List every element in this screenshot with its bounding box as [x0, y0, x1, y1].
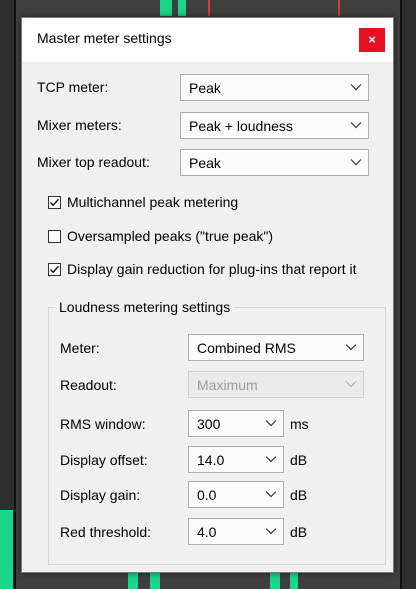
title-bar[interactable]: Master meter settings × — [22, 18, 393, 62]
display-gain-label: Display gain: — [60, 487, 141, 503]
mixer-top-readout-label: Mixer top readout: — [37, 154, 150, 170]
tcp-meter-select[interactable]: Peak — [180, 74, 369, 101]
master-meter-settings-dialog: Master meter settings × TCP meter: Peak … — [21, 17, 394, 573]
red-threshold-unit: dB — [290, 524, 308, 540]
chevron-down-icon — [350, 122, 362, 129]
meter-select[interactable]: Combined RMS — [188, 334, 364, 361]
dialog-title: Master meter settings — [37, 30, 172, 46]
meter-bar — [0, 510, 13, 589]
chevron-down-icon — [345, 344, 357, 351]
oversampled-peaks-label[interactable]: Oversampled peaks ("true peak") — [67, 228, 273, 244]
close-icon: × — [368, 32, 376, 47]
chevron-down-icon — [265, 456, 277, 463]
rms-window-label: RMS window: — [60, 416, 146, 432]
red-threshold-label: Red threshold: — [60, 524, 152, 540]
readout-label: Readout: — [60, 377, 117, 393]
checkmark-icon — [50, 265, 60, 274]
loudness-group-title: Loudness metering settings — [55, 299, 235, 315]
mixer-meters-value: Peak + loudness — [189, 118, 293, 134]
display-offset-combo[interactable]: 14.0 — [188, 446, 284, 473]
readout-select: Maximum — [188, 371, 364, 398]
multichannel-peak-checkbox[interactable] — [48, 196, 61, 209]
chevron-down-icon — [265, 491, 277, 498]
red-threshold-value: 4.0 — [197, 524, 217, 540]
tcp-meter-label: TCP meter: — [37, 79, 109, 95]
display-offset-unit: dB — [290, 452, 308, 468]
mixer-meters-label: Mixer meters: — [37, 117, 122, 133]
oversampled-peaks-checkbox[interactable] — [48, 230, 61, 243]
multichannel-peak-label[interactable]: Multichannel peak metering — [67, 194, 238, 210]
background-strip — [0, 0, 14, 589]
chevron-down-icon — [350, 84, 362, 91]
mixer-meters-select[interactable]: Peak + loudness — [180, 112, 369, 139]
rms-window-unit: ms — [290, 416, 309, 432]
display-gain-reduction-label[interactable]: Display gain reduction for plug-ins that… — [67, 261, 356, 277]
chevron-down-icon — [265, 420, 277, 427]
display-offset-value: 14.0 — [197, 452, 225, 468]
background-strip — [402, 0, 416, 589]
chevron-down-icon — [265, 528, 277, 535]
checkmark-icon — [50, 198, 60, 207]
mixer-top-readout-value: Peak — [189, 155, 221, 171]
display-gain-unit: dB — [290, 487, 308, 503]
close-button[interactable]: × — [359, 28, 385, 52]
chevron-down-icon — [350, 159, 362, 166]
rms-window-value: 300 — [197, 416, 221, 432]
display-offset-label: Display offset: — [60, 452, 148, 468]
tcp-meter-value: Peak — [189, 80, 221, 96]
mixer-top-readout-select[interactable]: Peak — [180, 149, 369, 176]
display-gain-reduction-checkbox[interactable] — [48, 263, 61, 276]
display-gain-value: 0.0 — [197, 487, 217, 503]
display-gain-combo[interactable]: 0.0 — [188, 481, 284, 508]
meter-label: Meter: — [60, 340, 100, 356]
rms-window-combo[interactable]: 300 — [188, 410, 284, 437]
red-threshold-combo[interactable]: 4.0 — [188, 518, 284, 545]
readout-value: Maximum — [197, 377, 258, 393]
meter-value: Combined RMS — [197, 340, 296, 356]
chevron-down-icon — [345, 381, 357, 388]
